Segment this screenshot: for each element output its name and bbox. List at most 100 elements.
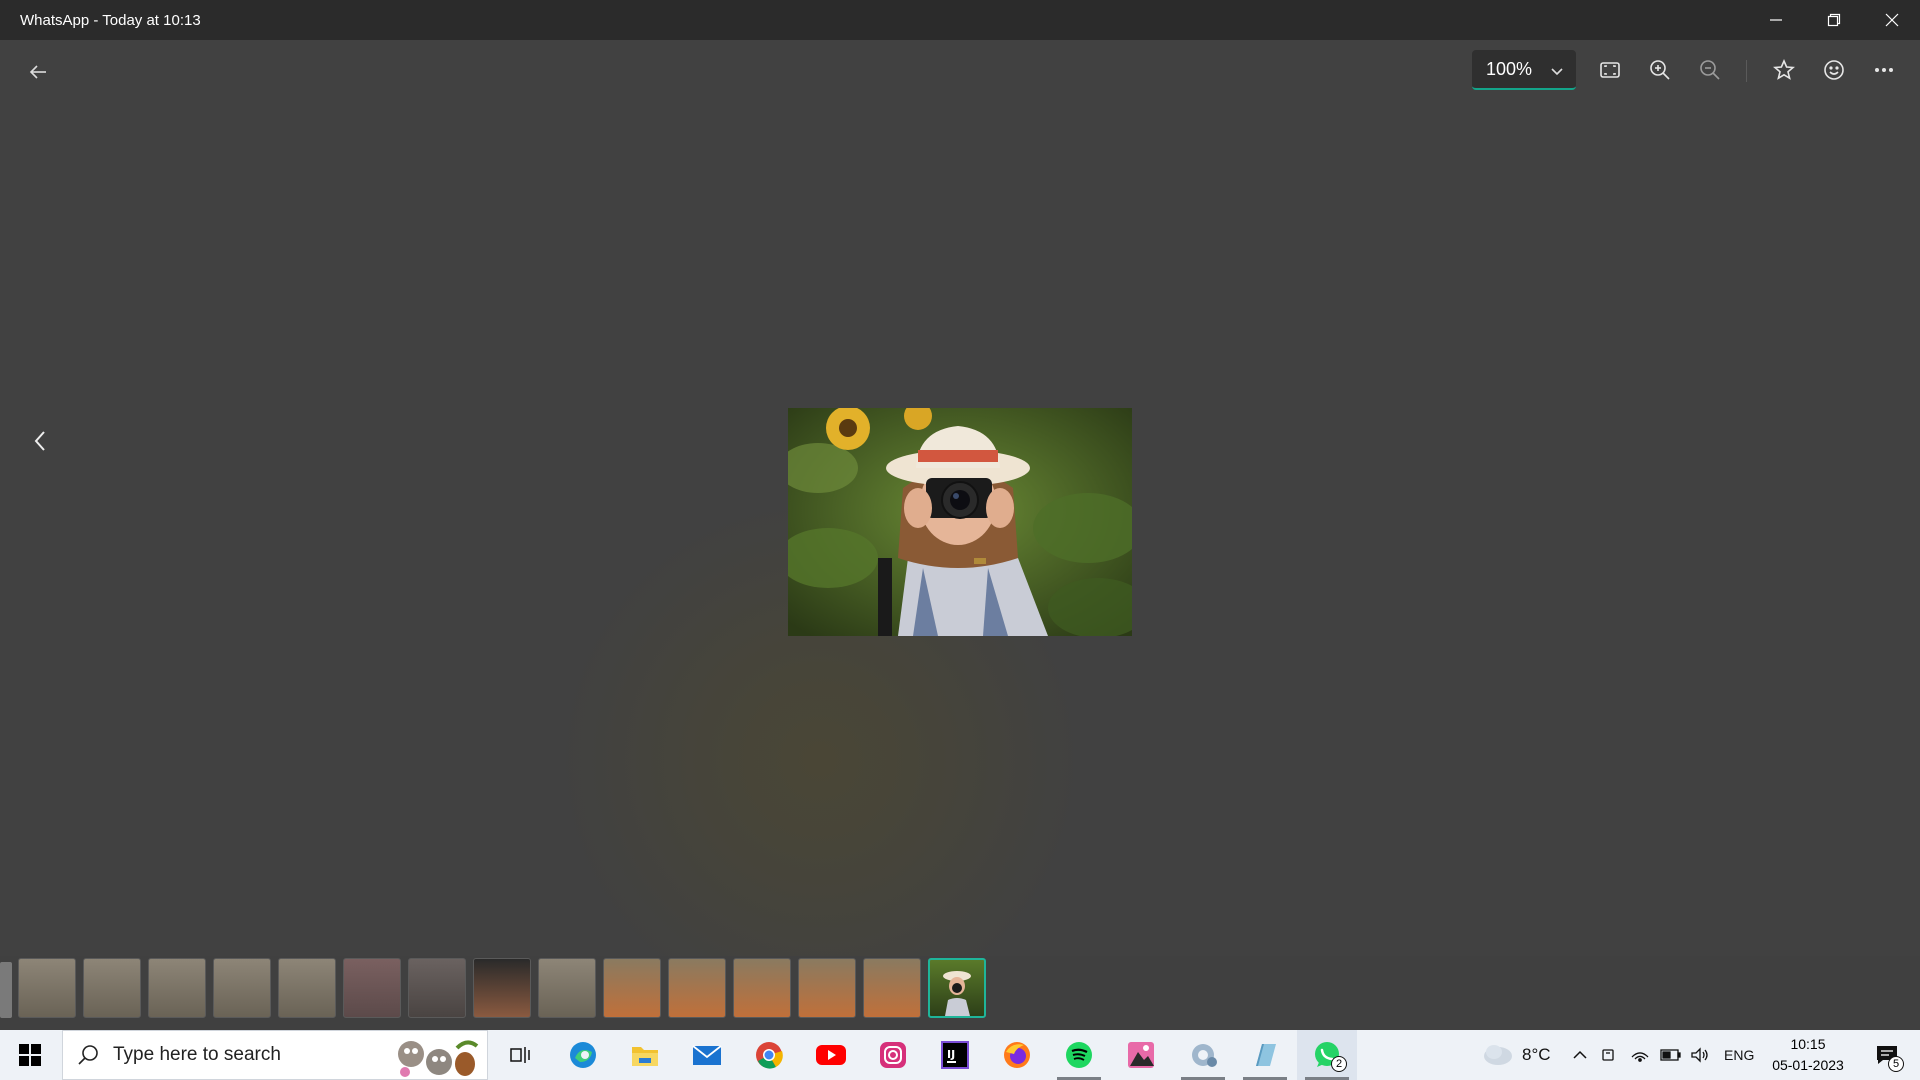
close-button[interactable] [1864,0,1920,40]
thumbnail[interactable] [798,958,856,1018]
language-label: ENG [1724,1047,1755,1063]
battery-button[interactable] [1660,1030,1682,1080]
instagram-app[interactable] [863,1030,923,1080]
react-button[interactable] [1814,50,1854,90]
image-viewer: 100% [0,40,1920,956]
restore-icon [1827,13,1841,27]
edge-icon [570,1042,596,1068]
chevron-up-icon [1573,1050,1587,1059]
star-icon [1773,59,1795,80]
notification-center-button[interactable]: 5 [1862,1030,1912,1080]
clock[interactable]: 10:15 05-01-2023 [1764,1034,1852,1076]
search-icon [78,1045,98,1065]
thumbnail[interactable] [213,958,271,1018]
youtube-app[interactable] [801,1030,861,1080]
close-icon [1885,13,1899,27]
svg-text:IJ: IJ [947,1048,955,1061]
more-options-button[interactable] [1864,50,1904,90]
mail-icon [692,1045,722,1065]
network-icon [1631,1052,1649,1062]
title-bar: WhatsApp - Today at 10:13 [0,0,1920,40]
thumbnail[interactable] [603,958,661,1018]
thumbnail[interactable] [278,958,336,1018]
thumbnail[interactable] [18,958,76,1018]
show-hidden-icons-button[interactable] [1572,1030,1588,1080]
thumbnail[interactable] [473,958,531,1018]
network-button[interactable] [1630,1030,1650,1080]
thumbnail-active[interactable] [928,958,986,1018]
tray-device-icon[interactable] [1600,1030,1616,1080]
main-photo [788,408,1132,636]
clock-date: 05-01-2023 [1772,1057,1844,1073]
taskbar-search[interactable]: Type here to search [62,1030,488,1080]
task-view-icon [510,1047,530,1063]
chevron-left-icon [34,431,45,451]
thumbnail-photo-icon [943,971,971,1016]
intellij-icon: IJ [941,1041,969,1069]
firefox-icon [1004,1042,1030,1068]
intellij-app[interactable]: IJ [925,1030,985,1080]
mail-app[interactable] [677,1030,737,1080]
zoom-in-button[interactable] [1640,50,1680,90]
taskbar: Type here to search IJ 2 8°C ENG 10:15 0… [0,1030,1920,1080]
chrome-icon [756,1042,783,1069]
spotify-app[interactable] [1049,1030,1109,1080]
instagram-icon [880,1042,906,1068]
minimize-icon [1770,19,1782,21]
language-indicator[interactable]: ENG [1724,1030,1754,1080]
thumbnail[interactable] [863,958,921,1018]
photo-app[interactable] [1111,1030,1171,1080]
search-highlight-icon [398,1040,479,1077]
chrome-app[interactable] [739,1030,799,1080]
notification-badge: 5 [1888,1056,1904,1072]
notepad-icon [1256,1044,1276,1066]
volume-button[interactable] [1690,1030,1710,1080]
thumbnail-partial[interactable] [0,962,12,1018]
zoom-value: 100% [1486,58,1533,79]
settings-gear-icon [1192,1044,1217,1067]
zoom-dropdown[interactable]: 100% [1472,50,1576,90]
start-button[interactable] [0,1030,60,1080]
spotify-icon [1066,1042,1092,1068]
emoji-icon [1824,60,1844,80]
thumbnail[interactable] [148,958,206,1018]
thumbnail[interactable] [343,958,401,1018]
zoom-out-icon [1700,60,1720,80]
search-placeholder: Type here to search [113,1044,281,1065]
clock-time: 10:15 [1790,1036,1826,1052]
previous-image-button[interactable] [22,416,58,466]
settings-app[interactable] [1173,1030,1233,1080]
task-view-button[interactable] [490,1030,550,1080]
battery-icon [1660,1049,1681,1061]
thumbnail[interactable] [733,958,791,1018]
photo-app-icon [1128,1042,1154,1068]
weather-widget[interactable]: 8°C [1480,1030,1551,1080]
whatsapp-app[interactable]: 2 [1297,1030,1357,1080]
thumbnail[interactable] [668,958,726,1018]
back-arrow-icon [29,65,46,79]
windows-icon [19,1044,41,1066]
thumbnail[interactable] [538,958,596,1018]
zoom-out-button[interactable] [1690,50,1730,90]
back-button[interactable] [20,54,56,90]
restore-button[interactable] [1806,0,1862,40]
speaker-icon [1691,1047,1708,1063]
device-icon [1602,1049,1614,1061]
thumbnail[interactable] [83,958,141,1018]
fit-screen-button[interactable] [1590,50,1630,90]
notepad-app[interactable] [1235,1030,1295,1080]
zoom-in-icon [1650,60,1670,80]
thumbnail-strip [0,956,1920,1020]
minimize-button[interactable] [1748,0,1804,40]
edge-app[interactable] [553,1030,613,1080]
firefox-app[interactable] [987,1030,1047,1080]
whatsapp-badge: 2 [1331,1056,1347,1072]
window-title: WhatsApp - Today at 10:13 [20,11,201,29]
weather-temp: 8°C [1522,1045,1551,1064]
star-button[interactable] [1764,50,1804,90]
fit-screen-icon [1600,62,1620,78]
file-explorer-app[interactable] [615,1030,675,1080]
chevron-down-icon [1550,62,1564,83]
thumbnail[interactable] [408,958,466,1018]
cloud-icon [1484,1045,1512,1065]
